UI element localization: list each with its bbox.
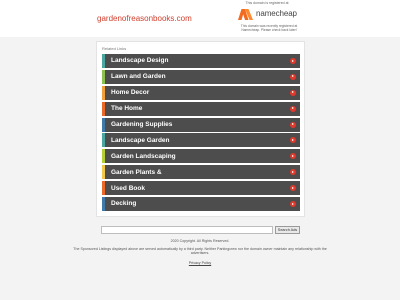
related-link-garden-landscaping[interactable]: Garden Landscaping [102,149,300,164]
related-link-home-decor[interactable]: Home Decor [102,85,300,100]
related-link-label: Home Decor [111,89,150,97]
header-bar: gardenofreasonbooks.com This domain is r… [0,0,400,37]
namecheap-logo[interactable]: namecheap [237,8,301,21]
related-link-label: Landscape Design [111,57,169,65]
namecheap-n-icon [238,9,253,20]
search-ads-button[interactable]: Search Ads [275,226,300,234]
arrow-right-icon [290,153,296,160]
privacy-policy-link[interactable]: Privacy Policy [0,261,400,265]
related-link-label: Gardening Supplies [111,120,173,128]
domain-name-link[interactable]: gardenofreasonbooks.com [97,14,192,23]
related-links-panel: Related Links Landscape Design Lawn and … [96,41,305,217]
arrow-right-icon [290,58,296,64]
related-links-title: Related Links [102,46,127,51]
registered-at-text: This domain is registered at [245,1,289,5]
related-link-label: Garden Plants & [111,168,162,176]
related-link-label: Garden Landscaping [111,152,176,160]
arrow-right-icon [290,89,296,96]
related-link-label: Decking [111,200,137,208]
arrow-right-icon [290,201,296,208]
related-link-the-home[interactable]: The Home [102,101,300,116]
arrow-right-icon [290,73,296,80]
related-links-list: Landscape Design Lawn and Garden Home De… [102,54,300,213]
related-link-used-book[interactable]: Used Book [102,181,300,196]
parked-domain-page: gardenofreasonbooks.com This domain is r… [0,0,400,300]
related-link-lawn-and-garden[interactable]: Lawn and Garden [102,69,300,84]
related-link-label: The Home [111,105,143,113]
related-link-gardening-supplies[interactable]: Gardening Supplies [102,117,300,132]
related-link-landscape-garden[interactable]: Landscape Garden [102,133,300,148]
disclaimer-text: The Sponsored Listings displayed above a… [73,247,327,256]
arrow-right-icon [290,185,296,192]
arrow-right-icon [290,137,296,144]
related-link-garden-plants[interactable]: Garden Plants & [102,165,300,180]
copyright-text: 2020 Copyright. All Rights Reserved. [170,239,230,243]
related-link-label: Landscape Garden [111,136,170,144]
registrar-note: This domain was recently registered at N… [240,24,298,33]
arrow-right-icon [290,121,296,128]
related-link-landscape-design[interactable]: Landscape Design [102,54,300,68]
search-bar: Search Ads [101,226,300,234]
related-link-label: Lawn and Garden [111,73,166,81]
related-link-label: Used Book [111,184,145,192]
related-link-decking[interactable]: Decking [102,197,300,212]
namecheap-wordmark: namecheap [256,9,297,18]
arrow-right-icon [290,169,296,176]
search-input[interactable] [101,226,273,234]
arrow-right-icon [290,105,296,112]
